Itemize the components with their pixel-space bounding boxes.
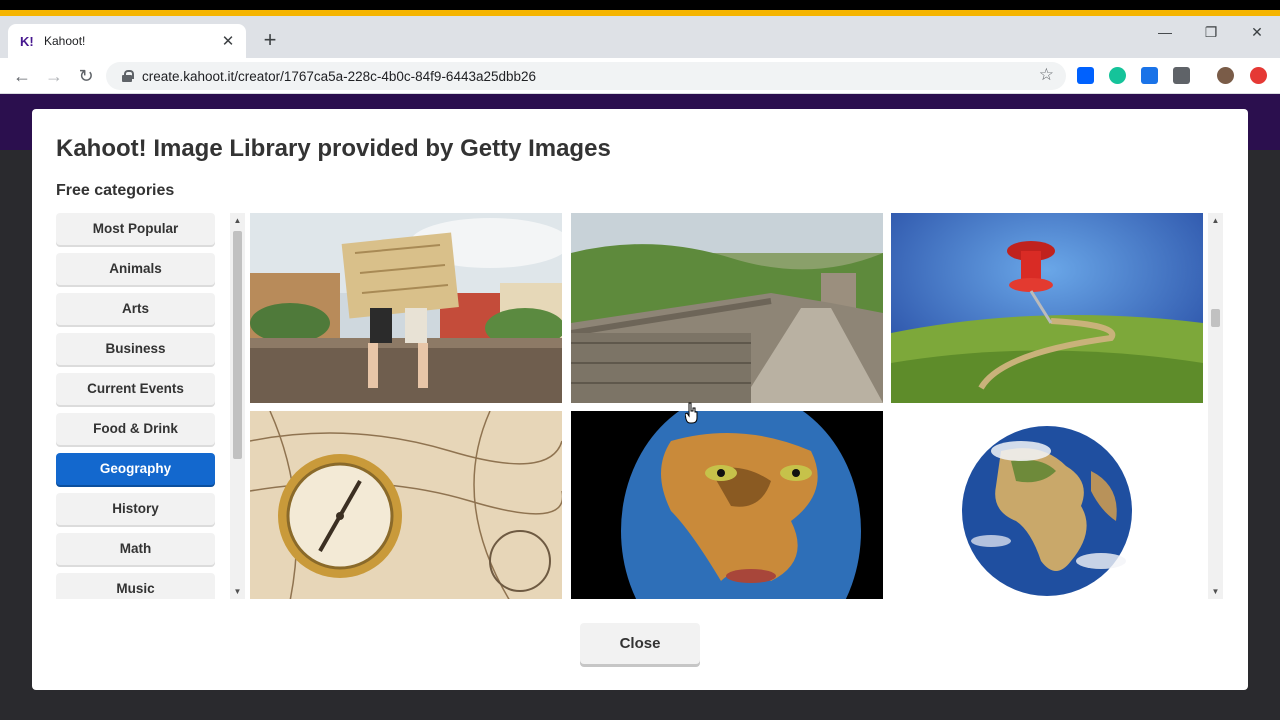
- url-text: create.kahoot.it/creator/1767ca5a-228c-4…: [142, 68, 537, 84]
- bookmark-star-icon[interactable]: ☆: [1039, 65, 1054, 85]
- scroll-down-arrow-icon[interactable]: ▼: [230, 584, 245, 599]
- shield-extension-icon[interactable]: [1141, 67, 1158, 84]
- restore-icon[interactable]: ❐: [1196, 24, 1226, 41]
- category-arts[interactable]: Arts: [56, 293, 215, 325]
- category-geography[interactable]: Geography: [56, 453, 215, 485]
- category-history[interactable]: History: [56, 493, 215, 525]
- facebook-icon[interactable]: [1173, 67, 1190, 84]
- compass-map-image[interactable]: [250, 411, 562, 599]
- category-math[interactable]: Math: [56, 533, 215, 565]
- browser-toolbar: ← → ↻ create.kahoot.it/creator/1767ca5a-…: [0, 58, 1280, 94]
- dropbox-icon[interactable]: [1077, 67, 1094, 84]
- category-list: Most Popular Animals Arts Business Curre…: [56, 213, 215, 599]
- address-bar[interactable]: create.kahoot.it/creator/1767ca5a-228c-4…: [106, 62, 1066, 90]
- category-scrollbar[interactable]: ▲ ▼: [230, 213, 245, 599]
- travelers-map-image[interactable]: [250, 213, 562, 403]
- browser-tab[interactable]: K! Kahoot! ✕: [8, 24, 246, 58]
- extension-red-icon[interactable]: [1250, 67, 1267, 84]
- tab-bar: K! Kahoot! ✕ + — ❐ ✕: [0, 16, 1280, 58]
- image-grid: [250, 213, 1205, 599]
- category-business[interactable]: Business: [56, 333, 215, 365]
- category-food-drink[interactable]: Food & Drink: [56, 413, 215, 445]
- reload-icon[interactable]: ↻: [74, 64, 98, 88]
- map-pin-field-image[interactable]: [891, 213, 1203, 403]
- scroll-up-arrow-icon[interactable]: ▲: [230, 213, 245, 228]
- back-icon[interactable]: ←: [10, 64, 34, 88]
- tab-close-icon[interactable]: ✕: [220, 32, 236, 50]
- image-grid-scrollbar[interactable]: ▲ ▼: [1208, 213, 1223, 599]
- category-current-events[interactable]: Current Events: [56, 373, 215, 405]
- forward-icon[interactable]: →: [42, 64, 66, 88]
- minimize-icon[interactable]: —: [1150, 24, 1180, 40]
- categories-heading: Free categories: [56, 182, 175, 199]
- category-most-popular[interactable]: Most Popular: [56, 213, 215, 245]
- new-tab-icon[interactable]: +: [258, 28, 282, 52]
- grid-scroll-down-arrow-icon[interactable]: ▼: [1208, 584, 1223, 599]
- lock-icon: [120, 69, 134, 83]
- earth-globe-image[interactable]: [891, 411, 1203, 599]
- scrollbar-thumb[interactable]: [233, 231, 242, 459]
- grammarly-icon[interactable]: [1109, 67, 1126, 84]
- great-wall-image[interactable]: [571, 213, 883, 403]
- grid-scroll-up-arrow-icon[interactable]: ▲: [1208, 213, 1223, 228]
- modal-title: Kahoot! Image Library provided by Getty …: [56, 135, 611, 162]
- grid-scrollbar-thumb[interactable]: [1211, 309, 1220, 327]
- hand-cursor-icon: [685, 402, 698, 424]
- window-close-icon[interactable]: ✕: [1242, 24, 1272, 41]
- screen: K! Kahoot! ✕ + — ❐ ✕ ← → ↻ create.kahoot…: [0, 0, 1280, 720]
- world-map-face-image[interactable]: [571, 411, 883, 599]
- image-library-modal: Kahoot! Image Library provided by Getty …: [32, 109, 1248, 690]
- category-music[interactable]: Music: [56, 573, 215, 599]
- close-button[interactable]: Close: [580, 623, 700, 664]
- tab-title: Kahoot!: [44, 34, 86, 48]
- category-animals[interactable]: Animals: [56, 253, 215, 285]
- profile-avatar[interactable]: [1217, 67, 1234, 84]
- kahoot-favicon-icon: K!: [20, 33, 34, 49]
- top-strip: [0, 0, 1280, 16]
